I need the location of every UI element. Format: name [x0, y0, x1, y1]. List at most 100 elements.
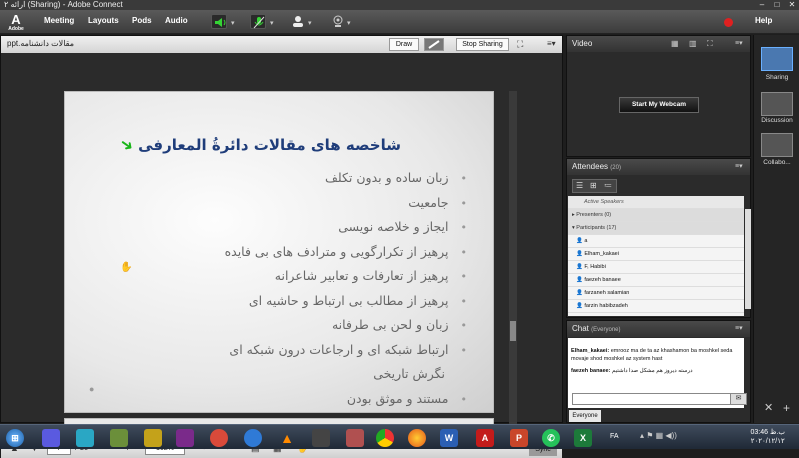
powerpoint-icon[interactable]: P: [510, 429, 528, 447]
speaker-menu-caret[interactable]: ▾: [231, 19, 235, 27]
speaker-icon[interactable]: [211, 14, 227, 29]
pod-options-icon[interactable]: ≡▾: [735, 39, 743, 47]
attendee-row[interactable]: 👤 Elham_kakaei: [568, 248, 744, 261]
document-name: ppt.مقالات دانشنامه: [7, 39, 75, 48]
attendee-list: Active Speakers ▸ Presenters (0) ▾ Parti…: [568, 196, 744, 316]
attendee-row[interactable]: 👤 F, Habibi: [568, 261, 744, 274]
microphone-icon[interactable]: [250, 14, 266, 29]
taskbar-app-icon[interactable]: [346, 429, 364, 447]
share-pod: ppt.مقالات دانشنامه Draw Stop Sharing ⛶ …: [0, 35, 563, 458]
breakout-view-icon[interactable]: ⊞: [590, 181, 597, 190]
attendee-row[interactable]: 👤 farzaneh salamian: [568, 287, 744, 300]
menu-meeting[interactable]: Meeting: [44, 16, 74, 25]
menu-help[interactable]: Help: [755, 16, 772, 25]
chrome-icon[interactable]: [376, 429, 394, 447]
word-icon[interactable]: W: [440, 429, 458, 447]
user-status-icon[interactable]: [290, 14, 306, 29]
status-view-icon[interactable]: ≔: [604, 181, 612, 190]
active-speakers-row: Active Speakers: [568, 196, 744, 209]
layout-discussion-thumbnail[interactable]: [761, 92, 793, 116]
close-button[interactable]: ✕: [785, 0, 799, 10]
slide-bullet: زبان و لحن بی طرفانه: [225, 313, 467, 338]
attendees-pod-header: Attendees (20) ≡▾: [567, 159, 750, 175]
minimize-button[interactable]: –: [755, 0, 769, 10]
taskbar-app-icon[interactable]: [42, 429, 60, 447]
taskbar-app-icon[interactable]: [210, 429, 228, 447]
user-icon: 👤: [576, 277, 583, 283]
windows-taskbar: ⊞ ▲ W A P ✆ X FA ▴ ⚑ ▦ ◀)) 03:46 ب.ظ ۲۰۲…: [0, 424, 799, 449]
layout-discussion-label[interactable]: Discussion: [755, 117, 799, 124]
taskbar-app-icon[interactable]: [176, 429, 194, 447]
attendee-row[interactable]: 👤 a: [568, 235, 744, 248]
taskbar-app-icon[interactable]: [110, 429, 128, 447]
pdf-icon[interactable]: A: [476, 429, 494, 447]
participants-group[interactable]: ▾ Participants (17): [568, 222, 744, 235]
pod-options-icon[interactable]: ≡▾: [735, 324, 743, 332]
taskbar-app-icon[interactable]: [144, 429, 162, 447]
attendee-row[interactable]: 👤 farzin habibzadeh: [568, 300, 744, 313]
chat-message: faezeh banaee: درسته دیروز هم مشکل صدا د…: [571, 368, 693, 374]
layout-collaboration-label[interactable]: Collabo...: [755, 159, 799, 166]
start-button[interactable]: ⊞: [6, 429, 24, 447]
firefox-icon[interactable]: [408, 429, 426, 447]
fullscreen-icon[interactable]: ⛶: [707, 39, 713, 49]
video-pod-header: Video ▦ ▥ ⛶ ≡▾: [567, 36, 750, 52]
layout-sharing-thumbnail[interactable]: [761, 47, 793, 71]
taskbar-app-icon[interactable]: [312, 429, 330, 447]
menu-audio[interactable]: Audio: [165, 16, 188, 25]
webcam-icon[interactable]: [330, 14, 346, 29]
pod-options-icon[interactable]: ≡▾: [735, 162, 743, 170]
attendee-scrollbar[interactable]: [745, 209, 751, 309]
chat-tab-everyone[interactable]: Everyone: [569, 410, 601, 422]
taskbar-app-icon[interactable]: [76, 429, 94, 447]
slide-bullet: ارتباط شبکه ای و ارجاعات درون شبکه ای: [225, 338, 467, 363]
presentation-slide: ➜ شاخصه های مقالات دائرةُ المعارفی زبان …: [64, 91, 494, 413]
slide-bullet: ایجاز و خلاصه نویسی: [225, 215, 467, 240]
slide-bullet: پرهیز از تعارفات و تعابیر شاعرانه: [225, 264, 467, 289]
language-indicator[interactable]: FA: [610, 433, 619, 440]
slide-bullet-list: زبان ساده و بدون تکلف جامعیت ایجاز و خلا…: [225, 166, 467, 411]
slide-bullet-continued: نگرش تاریخی: [373, 366, 445, 381]
green-arrow-icon: ➜: [116, 134, 137, 157]
pointer-tool-button[interactable]: [424, 38, 444, 51]
layouts-panel: Sharing Discussion Collabo... ✕ +: [753, 35, 799, 423]
slide-bullet: زبان ساده و بدون تکلف: [225, 166, 467, 191]
webcam-menu-caret[interactable]: ▾: [347, 19, 351, 27]
user-icon: 👤: [576, 264, 583, 270]
filmstrip-view-icon[interactable]: ▥: [689, 39, 697, 48]
stop-sharing-button[interactable]: Stop Sharing: [456, 38, 509, 51]
maximize-button[interactable]: □: [770, 0, 784, 10]
taskbar-clock[interactable]: 03:46 ب.ظ ۲۰۲۰/۱۲/۱۲: [751, 428, 785, 446]
close-layouts-icon[interactable]: ✕: [764, 401, 773, 414]
menu-pods[interactable]: Pods: [132, 16, 152, 25]
attendee-view-toggle[interactable]: ☰ ⊞ ≔: [572, 179, 617, 193]
draw-button[interactable]: Draw: [389, 38, 419, 51]
chat-input[interactable]: [572, 393, 736, 405]
list-view-icon[interactable]: ☰: [576, 181, 583, 190]
attendee-row[interactable]: 👤 faezeh banaee: [568, 274, 744, 287]
start-webcam-button[interactable]: Start My Webcam: [619, 97, 699, 113]
send-message-icon[interactable]: ✉: [730, 393, 747, 405]
chat-title: Chat (Everyone): [572, 324, 621, 333]
grid-view-icon[interactable]: ▦: [671, 39, 679, 48]
tray-icons[interactable]: ▴ ⚑ ▦ ◀)): [640, 431, 677, 440]
add-layout-icon[interactable]: +: [783, 401, 790, 415]
adobe-logo: A Adobe: [8, 12, 24, 32]
status-menu-caret[interactable]: ▾: [308, 19, 312, 27]
layout-collaboration-thumbnail[interactable]: [761, 133, 793, 157]
excel-icon[interactable]: X: [574, 429, 592, 447]
chat-message: Elham_kakaei: emrooz ma de ta az khasham…: [571, 348, 733, 362]
record-icon[interactable]: [724, 18, 733, 27]
layout-sharing-label[interactable]: Sharing: [755, 74, 799, 81]
fullscreen-icon[interactable]: ⛶: [517, 39, 523, 50]
vlc-icon[interactable]: ▲: [278, 429, 296, 447]
presenters-group[interactable]: ▸ Presenters (0): [568, 209, 744, 222]
pod-options-icon[interactable]: ≡▾: [547, 39, 556, 48]
taskbar-app-icon[interactable]: [244, 429, 262, 447]
slide-scrollbar[interactable]: [509, 91, 517, 441]
menu-layouts[interactable]: Layouts: [88, 16, 119, 25]
user-icon: 👤: [576, 303, 583, 309]
slide-dot: ●: [89, 384, 95, 394]
whatsapp-icon[interactable]: ✆: [542, 429, 560, 447]
microphone-menu-caret[interactable]: ▾: [270, 19, 274, 27]
